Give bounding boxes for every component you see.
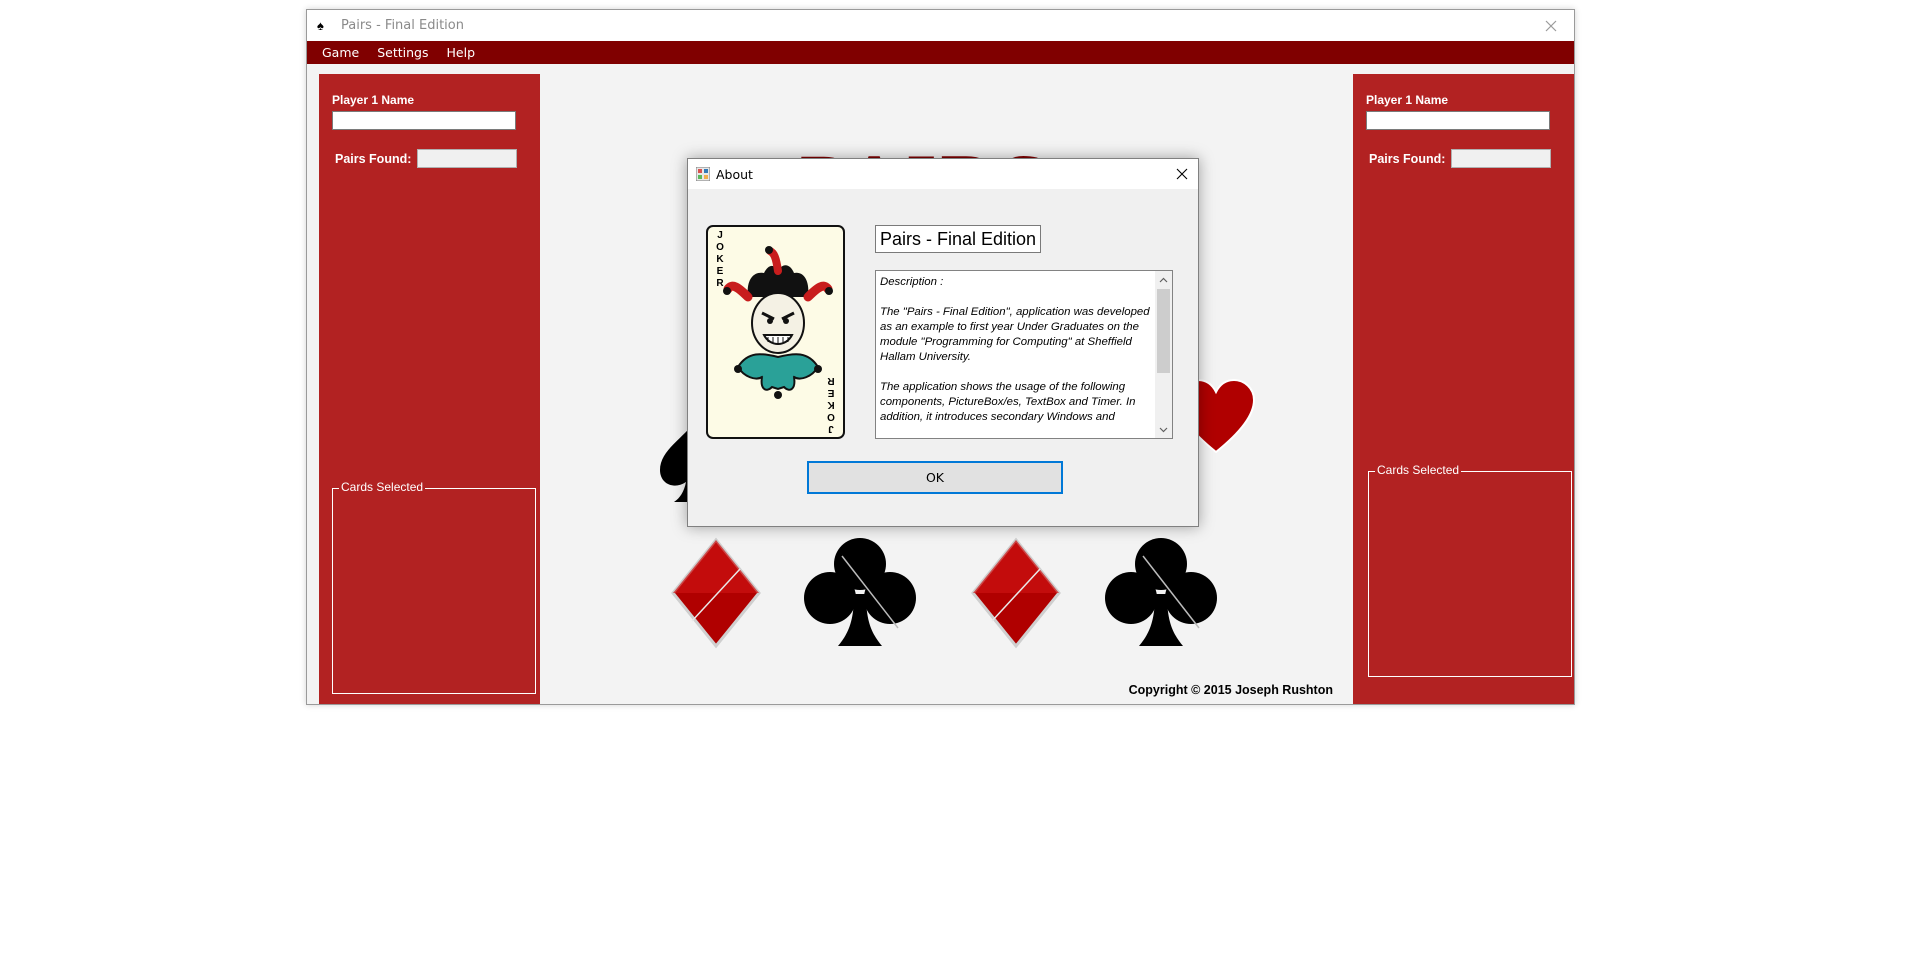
cards-selected-label: Cards Selected [339,480,426,494]
chevron-up-icon [1159,277,1168,282]
chevron-down-icon [1159,427,1168,432]
product-name: Pairs - Final Edition [875,225,1042,253]
diamond-card[interactable] [670,537,762,649]
about-title-bar: About [688,159,1198,189]
about-window-icon [696,167,710,181]
cards-selected-group: Cards Selected [332,480,536,694]
title-bar: ♠ Pairs - Final Edition [307,10,1574,41]
window-title: Pairs - Final Edition [341,18,464,33]
scroll-up-arrow[interactable] [1155,271,1172,288]
menu-game[interactable]: Game [313,41,368,64]
scroll-down-arrow[interactable] [1155,421,1172,438]
description-text: Description : The "Pairs - Final Edition… [880,276,1150,423]
close-icon [1545,20,1557,31]
player-name-input[interactable] [332,111,516,130]
jester-icon [723,246,833,399]
description-box[interactable]: Description : The "Pairs - Final Edition… [875,270,1173,439]
player-name-label: Player 1 Name [332,93,415,107]
menu-settings[interactable]: Settings [368,41,437,64]
close-icon [1176,168,1188,180]
menu-bar: Game Settings Help [307,41,1574,64]
player-name-input[interactable] [1366,111,1550,130]
scrollbar-thumb[interactable] [1157,289,1170,373]
spade-card-icon: ♠ [317,17,324,33]
joker-card-image: JOKER JOKER [706,225,845,439]
diamond-card[interactable] [970,537,1062,649]
left-player-panel: Player 1 Name Pairs Found: Cards Selecte… [319,74,540,704]
about-title: About [716,166,753,182]
about-dialog: About JOKER JOKER Pairs - Final Edition … [687,158,1199,527]
ok-button[interactable]: OK [807,461,1063,494]
cards-selected-label: Cards Selected [1375,463,1462,477]
pairs-found-label: Pairs Found: [1369,152,1446,166]
pairs-found-label: Pairs Found: [335,152,412,166]
about-close-button[interactable] [1166,159,1198,189]
club-card[interactable] [1103,536,1219,650]
right-player-panel: Player 1 Name Pairs Found: Cards Selecte… [1353,74,1574,704]
club-card[interactable] [802,536,918,650]
copyright-text: Copyright © 2015 Joseph Rushton [1128,683,1333,697]
pairs-found-field [1451,149,1551,168]
pairs-found-field [417,149,517,168]
window-close-button[interactable] [1528,10,1574,41]
description-scrollbar[interactable] [1155,271,1172,438]
cards-selected-group: Cards Selected [1368,463,1572,677]
player-name-label: Player 1 Name [1366,93,1449,107]
menu-help[interactable]: Help [438,41,485,64]
